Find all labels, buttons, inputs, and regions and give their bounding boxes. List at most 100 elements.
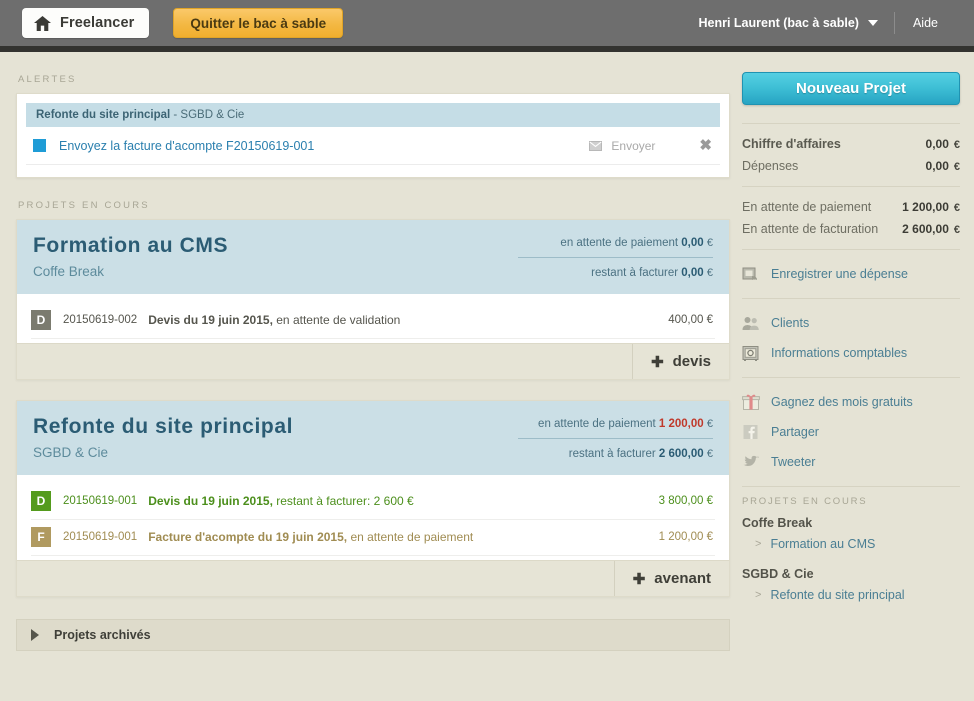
sidebar-item-label: Enregistrer une dépense — [771, 267, 908, 281]
document-description-bold: Devis du 19 juin 2015, — [148, 494, 273, 508]
close-icon[interactable]: ✖ — [699, 138, 712, 153]
document-amount: 1 200,00 € — [658, 531, 713, 543]
document-type-badge: F — [31, 527, 51, 547]
sidebar-item-project[interactable]: > Formation au CMS — [755, 537, 960, 551]
sidebar-item-project[interactable]: > Refonte du site principal — [755, 588, 960, 602]
pending-payment-currency: € — [706, 418, 713, 430]
help-link[interactable]: Aide — [895, 16, 952, 30]
stat-currency: € — [953, 224, 960, 236]
pending-payment-value: 0,00 — [681, 237, 704, 249]
brand-home-button[interactable]: Freelancer — [22, 8, 150, 38]
alert-item: Envoyez la facture d'acompte F20150619-0… — [26, 127, 720, 165]
project-client[interactable]: Coffe Break — [33, 264, 518, 279]
sidebar-divider — [742, 377, 960, 378]
project-title[interactable]: Formation au CMS — [33, 234, 518, 258]
alert-actions: Envoyer ✖ — [589, 138, 712, 153]
sidebar-item-label: Partager — [771, 425, 819, 439]
alerts-section-label: ALERTES — [18, 74, 77, 85]
new-project-button[interactable]: Nouveau Projet — [742, 72, 960, 105]
sidebar-divider — [742, 249, 960, 250]
sidebar-divider — [742, 486, 960, 487]
user-menu-button[interactable]: Henri Laurent (bac à sable) — [699, 16, 894, 30]
sidebar-project-label: Refonte du site principal — [770, 588, 905, 602]
topbar-right-group: Henri Laurent (bac à sable) Aide — [699, 12, 961, 34]
exit-sandbox-button[interactable]: Quitter le bac à sable — [173, 8, 344, 38]
document-amount: 3 800,00 € — [658, 495, 713, 507]
sidebar-projects-label: PROJETS EN COURS — [742, 496, 868, 507]
brand-label: Freelancer — [60, 15, 135, 31]
sidebar-item-label: Gagnez des mois gratuits — [771, 395, 913, 409]
chevron-right-icon: > — [755, 589, 762, 601]
document-type-badge: D — [31, 491, 51, 511]
table-row[interactable]: D 20150619-001 Devis du 19 juin 2015, re… — [31, 484, 715, 520]
project-document-list: D 20150619-001 Devis du 19 juin 2015, re… — [17, 475, 729, 560]
triangle-right-icon — [31, 629, 39, 641]
top-navigation-bar: Freelancer Quitter le bac à sable Henri … — [0, 0, 974, 46]
stat-currency: € — [953, 161, 960, 173]
house-icon — [34, 15, 51, 31]
alert-send-label: Envoyer — [611, 138, 656, 153]
alert-project-header: Refonte du site principal - SGBD & Cie — [26, 103, 720, 127]
remaining-label: restant à facturer — [568, 448, 656, 460]
sidebar-item-record-expense[interactable]: Enregistrer une dépense — [742, 259, 960, 289]
document-description-bold: Devis du 19 juin 2015, — [148, 313, 273, 327]
document-description: Devis du 19 juin 2015, en attente de val… — [148, 313, 400, 327]
pending-payment-label: en attente de paiement — [560, 237, 679, 249]
document-type-badge: D — [31, 310, 51, 330]
chevron-down-icon — [867, 20, 878, 26]
project-card-footer: ✚ devis — [17, 343, 729, 379]
archived-projects-toggle[interactable]: Projets archivés — [16, 619, 730, 651]
sidebar: Nouveau Projet Chiffre d'affaires 0,00 €… — [730, 52, 974, 701]
alert-status-square-icon — [33, 139, 46, 152]
sidebar-item-share-facebook[interactable]: Partager — [742, 417, 960, 447]
stat-value: 1 200,00 — [902, 200, 949, 214]
expense-icon — [742, 265, 760, 283]
sidebar-client-group-title[interactable]: SGBD & Cie — [742, 567, 960, 581]
document-number: 20150619-002 — [63, 314, 138, 326]
alert-project-title: Refonte du site principal — [36, 109, 171, 121]
table-row[interactable]: F 20150619-001 Facture d'acompte du 19 j… — [31, 520, 715, 556]
project-card: Refonte du site principal SGBD & Cie en … — [16, 400, 730, 597]
stat-currency: € — [953, 139, 960, 151]
project-client[interactable]: SGBD & Cie — [33, 445, 518, 460]
plus-icon: ✚ — [651, 353, 664, 371]
project-card-footer: ✚ avenant — [17, 560, 729, 596]
pending-payment-label: en attente de paiement — [538, 418, 656, 430]
project-amounts: en attente de paiement 1 200,00 € restan… — [518, 415, 713, 460]
remaining-value: 2 600,00 — [658, 448, 704, 460]
sidebar-item-free-months[interactable]: Gagnez des mois gratuits — [742, 387, 960, 417]
stat-label: En attente de paiement — [742, 200, 872, 214]
pending-payment-value: 1 200,00 — [658, 418, 704, 430]
remaining-currency: € — [706, 267, 713, 279]
sidebar-project-label: Formation au CMS — [770, 537, 876, 551]
project-card-header: Formation au CMS Coffe Break en attente … — [17, 220, 729, 294]
add-avenant-button[interactable]: ✚ avenant — [613, 561, 729, 596]
table-row[interactable]: D 20150619-002 Devis du 19 juin 2015, en… — [31, 303, 715, 339]
archived-projects-label: Projets archivés — [54, 628, 151, 642]
sidebar-item-label: Clients — [771, 316, 810, 330]
sidebar-item-clients[interactable]: Clients — [742, 308, 960, 338]
safe-icon — [742, 344, 760, 362]
projects-section-label: PROJETS EN COURS — [18, 200, 150, 211]
sidebar-item-share-twitter[interactable]: Tweeter — [742, 447, 960, 477]
remaining-label: restant à facturer — [591, 267, 679, 279]
sidebar-divider — [742, 123, 960, 124]
pending-payment-line: en attente de paiement 0,00 € — [518, 237, 713, 258]
sidebar-pending-stats-group: En attente de paiement 1 200,00 € En att… — [742, 196, 960, 240]
sidebar-item-accounting-info[interactable]: Informations comptables — [742, 338, 960, 368]
document-description-rest: en attente de paiement — [347, 530, 474, 544]
pending-payment-line: en attente de paiement 1 200,00 € — [518, 418, 713, 439]
sidebar-divider — [742, 186, 960, 187]
facebook-icon — [742, 423, 760, 441]
alert-send-button[interactable]: Envoyer — [589, 139, 655, 153]
alert-project-client: - SGBD & Cie — [170, 109, 245, 121]
user-menu-label: Henri Laurent (bac à sable) — [698, 16, 859, 30]
project-amounts: en attente de paiement 0,00 € restant à … — [518, 234, 713, 279]
project-title[interactable]: Refonte du site principal — [33, 415, 518, 439]
remaining-to-invoice-line: restant à facturer 2 600,00 € — [518, 439, 713, 460]
sidebar-client-group-title[interactable]: Coffe Break — [742, 516, 960, 530]
add-button-label: devis — [672, 353, 711, 370]
project-card-header: Refonte du site principal SGBD & Cie en … — [17, 401, 729, 475]
alert-item-link[interactable]: Envoyez la facture d'acompte F20150619-0… — [59, 139, 314, 153]
add-devis-button[interactable]: ✚ devis — [632, 344, 729, 379]
